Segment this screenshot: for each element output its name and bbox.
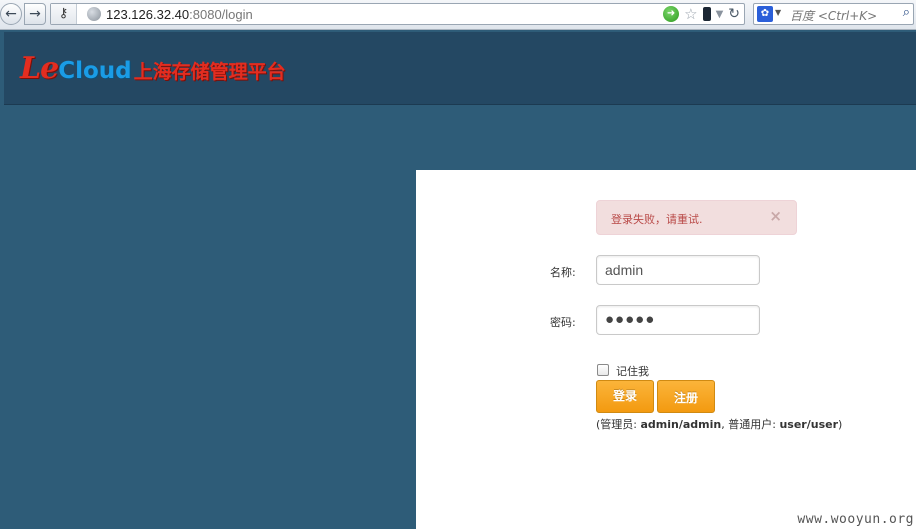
site-identity-button[interactable]: ⚷ (51, 4, 77, 24)
address-bar[interactable]: ⚷ 123.126.32.40:8080/login ➜ ☆ ▼ ↻ (50, 3, 745, 25)
url-text[interactable]: 123.126.32.40:8080/login (106, 7, 253, 22)
logo-platform-name: 上海存储管理平台 (133, 61, 286, 83)
history-dropdown-icon[interactable]: ▼ (716, 9, 724, 20)
forward-button[interactable]: → (24, 3, 46, 25)
password-label: 密码: (550, 316, 576, 329)
mobile-device-icon[interactable] (702, 7, 711, 21)
username-label: 名称: (550, 266, 576, 279)
remember-me-label[interactable]: 记住我 (616, 363, 649, 379)
username-input[interactable]: admin (596, 255, 760, 285)
credentials-hint: (管理员: admin/admin, 普通用户: user/user) (596, 416, 842, 432)
search-placeholder: 百度 <Ctrl+K> (790, 9, 878, 23)
bookmark-star-icon[interactable]: ☆ (684, 5, 697, 23)
logo-cloud: Cloud (58, 58, 132, 84)
hint-prefix: (管理员: (596, 418, 641, 431)
address-bar-icons: ➜ ☆ ▼ ↻ (663, 5, 740, 23)
url-host: 123.126.32.40 (106, 7, 190, 22)
search-engine-dropdown-icon[interactable]: ▼ (775, 8, 781, 17)
key-icon: ⚷ (58, 6, 69, 21)
baidu-paw-icon[interactable]: ✿ (757, 6, 773, 22)
remember-me-checkbox[interactable] (597, 364, 609, 376)
hint-suffix: ) (838, 418, 843, 431)
go-arrow-icon[interactable]: ➜ (663, 6, 680, 22)
hint-user-credentials: user/user (779, 418, 838, 431)
app-header: Le Cloud 上海存储管理平台 (4, 32, 916, 105)
password-input[interactable]: ●●●●● (596, 305, 760, 335)
back-button[interactable]: ← (0, 3, 22, 25)
register-button[interactable]: 注册 (657, 380, 715, 413)
arrow-right-icon: → (29, 6, 41, 22)
logo: Le Cloud 上海存储管理平台 (20, 51, 286, 86)
error-alert: 登录失败，请重试. × (596, 200, 797, 235)
close-icon[interactable]: × (769, 207, 782, 225)
search-icon[interactable]: ⌕ (903, 5, 910, 20)
search-box[interactable]: ✿ ▼ 百度 <Ctrl+K> ⌕ (753, 3, 914, 25)
login-button[interactable]: 登录 (596, 380, 654, 413)
hint-middle: , 普通用户: (721, 418, 780, 431)
login-panel: 登录失败，请重试. × 名称: admin 密码: ●●●●● 记住我 登录 注… (416, 170, 916, 529)
reload-icon[interactable]: ↻ (728, 6, 740, 22)
browser-toolbar: ← → ⚷ 123.126.32.40:8080/login ➜ ☆ ▼ ↻ ✿… (0, 0, 916, 30)
watermark: www.wooyun.org (797, 512, 914, 527)
hint-admin-credentials: admin/admin (640, 418, 722, 431)
url-path: :8080/login (189, 7, 253, 22)
logo-le: Le (20, 51, 59, 86)
globe-icon (87, 7, 101, 21)
arrow-left-icon: ← (5, 6, 17, 22)
alert-message: 登录失败，请重试. (611, 213, 703, 226)
